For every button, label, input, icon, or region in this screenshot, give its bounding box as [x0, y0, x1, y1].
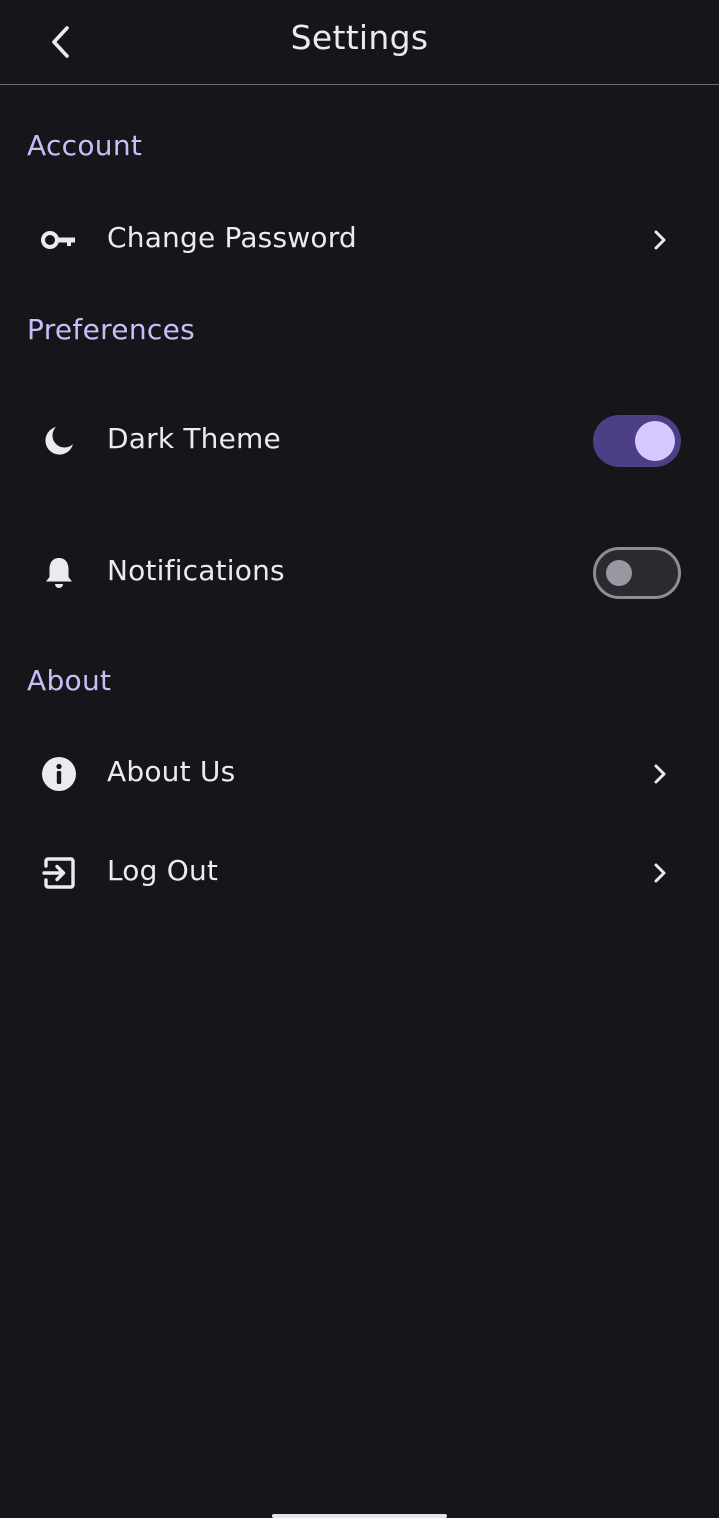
home-indicator [272, 1514, 447, 1518]
change-password-label: Change Password [107, 221, 357, 254]
key-icon [40, 222, 78, 258]
notifications-row[interactable]: Notifications [0, 529, 719, 617]
bell-icon [40, 555, 78, 591]
notifications-toggle[interactable] [593, 547, 681, 599]
page-title: Settings [290, 18, 429, 57]
dark-theme-label: Dark Theme [107, 422, 281, 455]
chevron-right-icon [648, 228, 672, 252]
section-header-account: Account [27, 129, 143, 162]
dark-theme-toggle[interactable] [593, 415, 681, 467]
chevron-right-icon [648, 762, 672, 786]
app-bar: Settings [0, 0, 719, 85]
about-us-row[interactable]: About Us [0, 730, 719, 818]
section-header-preferences: Preferences [27, 313, 195, 346]
change-password-row[interactable]: Change Password [0, 196, 719, 284]
dark-theme-row[interactable]: Dark Theme [0, 397, 719, 485]
log-out-label: Log Out [107, 854, 219, 887]
toggle-knob [606, 560, 632, 586]
info-icon [40, 756, 78, 792]
logout-icon [40, 855, 78, 891]
toggle-knob [635, 421, 675, 461]
log-out-row[interactable]: Log Out [0, 829, 719, 917]
moon-icon [40, 423, 78, 459]
section-header-about: About [27, 664, 112, 697]
about-us-label: About Us [107, 755, 236, 788]
chevron-right-icon [648, 861, 672, 885]
notifications-label: Notifications [107, 554, 285, 587]
